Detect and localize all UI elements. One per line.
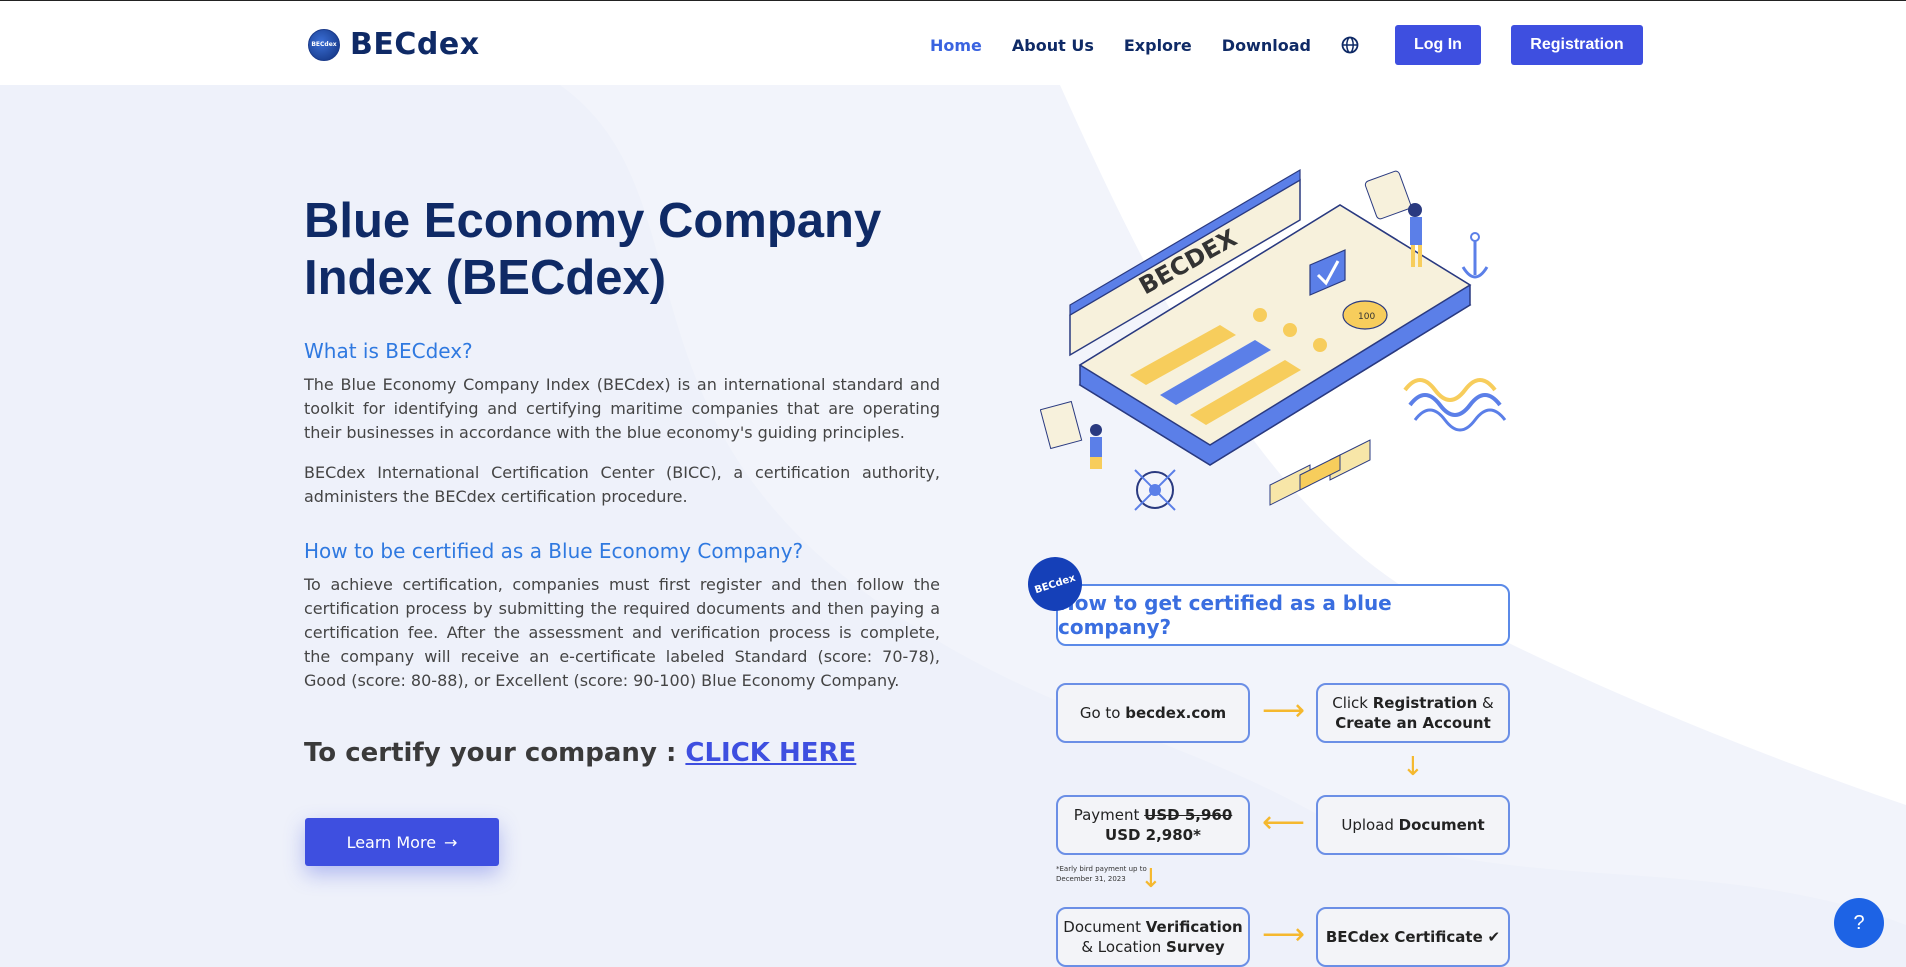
how-to-heading: How to be certified as a Blue Economy Co… (304, 539, 804, 563)
step3-prefix: Upload (1341, 816, 1399, 834)
logo-badge-text: BECdex (311, 41, 337, 48)
step4-old-price: USD 5,960 (1144, 806, 1233, 824)
arrow-right-icon-2: ⟶ (1262, 917, 1306, 952)
step-verification: Document Verification & Location Survey (1056, 907, 1250, 967)
step5-bold2: Survey (1166, 938, 1225, 956)
nav-home[interactable]: Home (930, 36, 982, 55)
background-shape (0, 85, 1906, 967)
step-payment: Payment USD 5,960 USD 2,980* (1056, 795, 1250, 855)
arrow-down-icon-2: ↓ (1140, 864, 1162, 894)
what-is-heading: What is BECdex? (304, 339, 473, 363)
arrow-down-icon: ↓ (1402, 752, 1424, 782)
step-upload-document: Upload Document (1316, 795, 1510, 855)
what-is-paragraph-2: BECdex International Certification Cente… (304, 463, 940, 506)
how-to-paragraph: To achieve certification, companies must… (304, 575, 940, 690)
nav-about-us[interactable]: About Us (1012, 36, 1094, 55)
hero-title: Blue Economy Company Index (BECdex) (304, 193, 940, 307)
logo-badge-icon: BECdex (308, 28, 340, 61)
main-nav: Home About Us Explore Download Log In Re… (930, 25, 1643, 65)
arrow-left-icon: ⟵ (1262, 805, 1306, 840)
coin-label: 100 (1358, 312, 1375, 322)
step-certificate: BECdex Certificate ✔ (1316, 907, 1510, 967)
arrow-right-icon: → (444, 832, 458, 852)
what-is-paragraph-1: The Blue Economy Company Index (BECdex) … (304, 375, 940, 442)
help-button[interactable]: ? (1834, 898, 1884, 948)
step-go-to-site: Go to becdex.com (1056, 683, 1250, 743)
step2-bold1: Registration (1372, 694, 1478, 712)
step4-price: USD 2,980* (1105, 826, 1201, 844)
step1-bold: becdex.com (1125, 704, 1227, 722)
top-navbar: BECdex BECdex Home About Us Explore Down… (0, 1, 1906, 85)
registration-button[interactable]: Registration (1510, 25, 1643, 65)
step-register: Click Registration & Create an Account (1316, 683, 1510, 743)
flow-badge-text: BECdex (1033, 572, 1077, 596)
step2-bold2: Create an Account (1335, 714, 1491, 732)
becdex-illustration: 100 BECDEX (1039, 165, 1530, 525)
step5-bold1: Verification (1145, 918, 1243, 936)
globe-icon[interactable] (1341, 36, 1359, 54)
step5-mid: & Location (1081, 938, 1167, 956)
learn-more-button[interactable]: Learn More → (305, 818, 499, 866)
click-here-link[interactable]: CLICK HERE (685, 738, 856, 768)
background-curves (0, 85, 1906, 967)
step1-prefix: Go to (1079, 704, 1126, 722)
nav-download[interactable]: Download (1222, 36, 1311, 55)
brand-logo[interactable]: BECdex BECdex (308, 27, 480, 62)
flow-title: How to get certified as a blue company? (1056, 584, 1510, 646)
checkmark-icon: ✔ (1487, 928, 1501, 946)
step6-bold: BECdex Certificate (1325, 928, 1483, 946)
learn-more-label: Learn More (346, 832, 437, 852)
step4-prefix: Payment (1073, 806, 1145, 824)
hero-title-line2: Index (BECdex) (304, 251, 667, 305)
certify-prefix: To certify your company : (304, 738, 686, 768)
certify-cta-line: To certify your company : CLICK HERE (304, 738, 856, 768)
arrow-right-icon: ⟶ (1262, 693, 1306, 728)
brand-name: BECdex (350, 27, 480, 62)
step2-mid: & (1477, 694, 1494, 712)
nav-explore[interactable]: Explore (1124, 36, 1192, 55)
hero-title-line1: Blue Economy Company (304, 194, 882, 248)
step5-prefix: Document (1063, 918, 1146, 936)
login-button[interactable]: Log In (1394, 25, 1481, 65)
step3-bold: Document (1398, 816, 1485, 834)
step2-prefix: Click (1332, 694, 1373, 712)
